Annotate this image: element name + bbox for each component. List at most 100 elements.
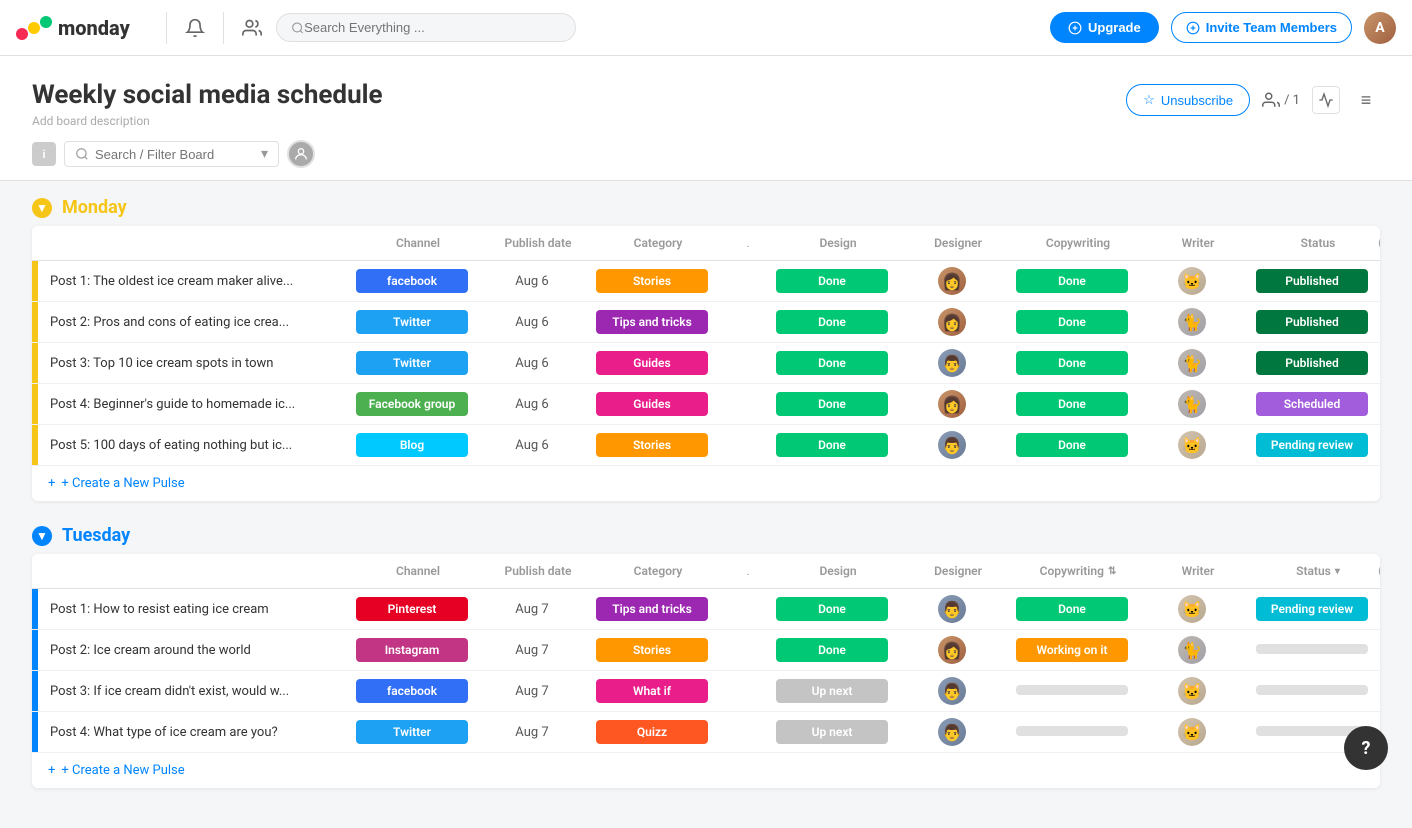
row-category[interactable]: Stories	[592, 429, 712, 461]
notifications-icon[interactable]	[179, 12, 211, 44]
row-writer[interactable]: 🐱	[1132, 427, 1252, 463]
add-col-button-monday[interactable]	[1378, 234, 1380, 252]
row-copywriting[interactable]: Done	[1012, 388, 1132, 420]
row-date[interactable]: Aug 6	[472, 434, 592, 457]
row-title[interactable]: Post 1: The oldest ice cream maker alive…	[38, 266, 352, 297]
row-writer[interactable]: 🐈	[1132, 304, 1252, 340]
logo[interactable]: monday	[16, 10, 130, 46]
row-design[interactable]: Done	[772, 306, 892, 338]
row-designer[interactable]: 👨	[892, 345, 1012, 381]
row-designer[interactable]: 👩	[892, 263, 1012, 299]
row-title[interactable]: Post 5: 100 days of eating nothing but i…	[38, 430, 352, 461]
upgrade-button[interactable]: Upgrade	[1050, 12, 1159, 43]
row-designer[interactable]: 👩	[892, 386, 1012, 422]
row-date[interactable]: Aug 7	[472, 639, 592, 662]
row-designer[interactable]: 👨	[892, 427, 1012, 463]
row-channel[interactable]: facebook	[352, 675, 472, 707]
row-category[interactable]: What if	[592, 675, 712, 707]
row-status[interactable]	[1252, 680, 1372, 703]
members-button[interactable]: / 1	[1262, 91, 1300, 109]
row-title[interactable]: Post 4: Beginner's guide to homemade ic.…	[38, 389, 352, 420]
filter-input-wrap[interactable]: ▾	[64, 141, 279, 167]
row-category[interactable]: Stories	[592, 634, 712, 666]
search-bar[interactable]	[276, 13, 576, 42]
board-description[interactable]: Add board description	[32, 114, 383, 128]
row-design[interactable]: Done	[772, 388, 892, 420]
row-writer[interactable]: 🐈	[1132, 345, 1252, 381]
row-writer[interactable]: 🐱	[1132, 591, 1252, 627]
row-status[interactable]	[1252, 639, 1372, 662]
row-designer[interactable]: 👨	[892, 714, 1012, 750]
row-copywriting[interactable]: Working on it	[1012, 634, 1132, 666]
row-channel[interactable]: Pinterest	[352, 593, 472, 625]
filter-input[interactable]	[95, 147, 255, 162]
row-title[interactable]: Post 3: Top 10 ice cream spots in town	[38, 348, 352, 379]
person-filter-icon[interactable]	[287, 140, 315, 168]
row-copywriting[interactable]	[1012, 680, 1132, 703]
row-writer[interactable]: 🐈	[1132, 386, 1252, 422]
row-designer[interactable]: 👩	[892, 304, 1012, 340]
create-pulse-monday[interactable]: + + Create a New Pulse	[32, 466, 1380, 501]
filter-dropdown-arrow[interactable]: ▾	[261, 146, 268, 162]
row-category[interactable]: Tips and tricks	[592, 593, 712, 625]
row-copywriting[interactable]: Done	[1012, 265, 1132, 297]
row-date[interactable]: Aug 6	[472, 352, 592, 375]
help-button[interactable]: ?	[1344, 726, 1388, 770]
invite-button[interactable]: Invite Team Members	[1171, 12, 1352, 43]
row-status[interactable]: Published	[1252, 265, 1372, 297]
menu-icon[interactable]: ≡	[1352, 86, 1380, 114]
group-monday-expand[interactable]: ▼	[32, 198, 52, 218]
row-design[interactable]: Done	[772, 593, 892, 625]
people-header-icon[interactable]	[236, 12, 268, 44]
row-date[interactable]: Aug 6	[472, 270, 592, 293]
add-col-button-tuesday[interactable]	[1378, 562, 1380, 580]
row-status[interactable]: Scheduled	[1252, 388, 1372, 420]
status-sort-icon[interactable]: ▾	[1335, 566, 1340, 577]
row-category[interactable]: Guides	[592, 347, 712, 379]
row-title[interactable]: Post 2: Ice cream around the world	[38, 635, 352, 666]
row-designer[interactable]: 👩	[892, 632, 1012, 668]
row-channel[interactable]: facebook	[352, 265, 472, 297]
unsubscribe-button[interactable]: ☆ Unsubscribe	[1126, 84, 1250, 116]
search-input[interactable]	[304, 20, 561, 35]
row-category[interactable]: Quizz	[592, 716, 712, 748]
row-designer[interactable]: 👨	[892, 591, 1012, 627]
copy-sort-icon[interactable]: ⇅	[1108, 566, 1116, 577]
row-designer[interactable]: 👨	[892, 673, 1012, 709]
group-tuesday-expand[interactable]: ▼	[32, 526, 52, 546]
row-title[interactable]: Post 2: Pros and cons of eating ice crea…	[38, 307, 352, 338]
row-design[interactable]: Up next	[772, 675, 892, 707]
row-copywriting[interactable]: Done	[1012, 306, 1132, 338]
row-date[interactable]: Aug 7	[472, 598, 592, 621]
row-channel[interactable]: Instagram	[352, 634, 472, 666]
row-writer[interactable]: 🐱	[1132, 673, 1252, 709]
row-channel[interactable]: Blog	[352, 429, 472, 461]
row-copywriting[interactable]: Done	[1012, 593, 1132, 625]
row-status[interactable]: Published	[1252, 306, 1372, 338]
row-date[interactable]: Aug 6	[472, 393, 592, 416]
row-channel[interactable]: Facebook group	[352, 388, 472, 420]
row-writer[interactable]: 🐈	[1132, 632, 1252, 668]
user-avatar[interactable]: A	[1364, 12, 1396, 44]
row-date[interactable]: Aug 6	[472, 311, 592, 334]
row-status[interactable]: Pending review	[1252, 593, 1372, 625]
activity-icon[interactable]	[1312, 86, 1340, 114]
row-design[interactable]: Done	[772, 429, 892, 461]
row-title[interactable]: Post 3: If ice cream didn't exist, would…	[38, 676, 352, 707]
row-copywriting[interactable]: Done	[1012, 347, 1132, 379]
row-design[interactable]: Done	[772, 634, 892, 666]
row-channel[interactable]: Twitter	[352, 716, 472, 748]
row-channel[interactable]: Twitter	[352, 347, 472, 379]
row-design[interactable]: Done	[772, 347, 892, 379]
row-category[interactable]: Stories	[592, 265, 712, 297]
row-writer[interactable]: 🐱	[1132, 263, 1252, 299]
row-writer[interactable]: 🐱	[1132, 714, 1252, 750]
row-design[interactable]: Up next	[772, 716, 892, 748]
row-category[interactable]: Guides	[592, 388, 712, 420]
row-title[interactable]: Post 1: How to resist eating ice cream	[38, 594, 352, 625]
row-copywriting[interactable]	[1012, 721, 1132, 744]
row-channel[interactable]: Twitter	[352, 306, 472, 338]
row-design[interactable]: Done	[772, 265, 892, 297]
row-title[interactable]: Post 4: What type of ice cream are you?	[38, 717, 352, 748]
row-status[interactable]: Published	[1252, 347, 1372, 379]
